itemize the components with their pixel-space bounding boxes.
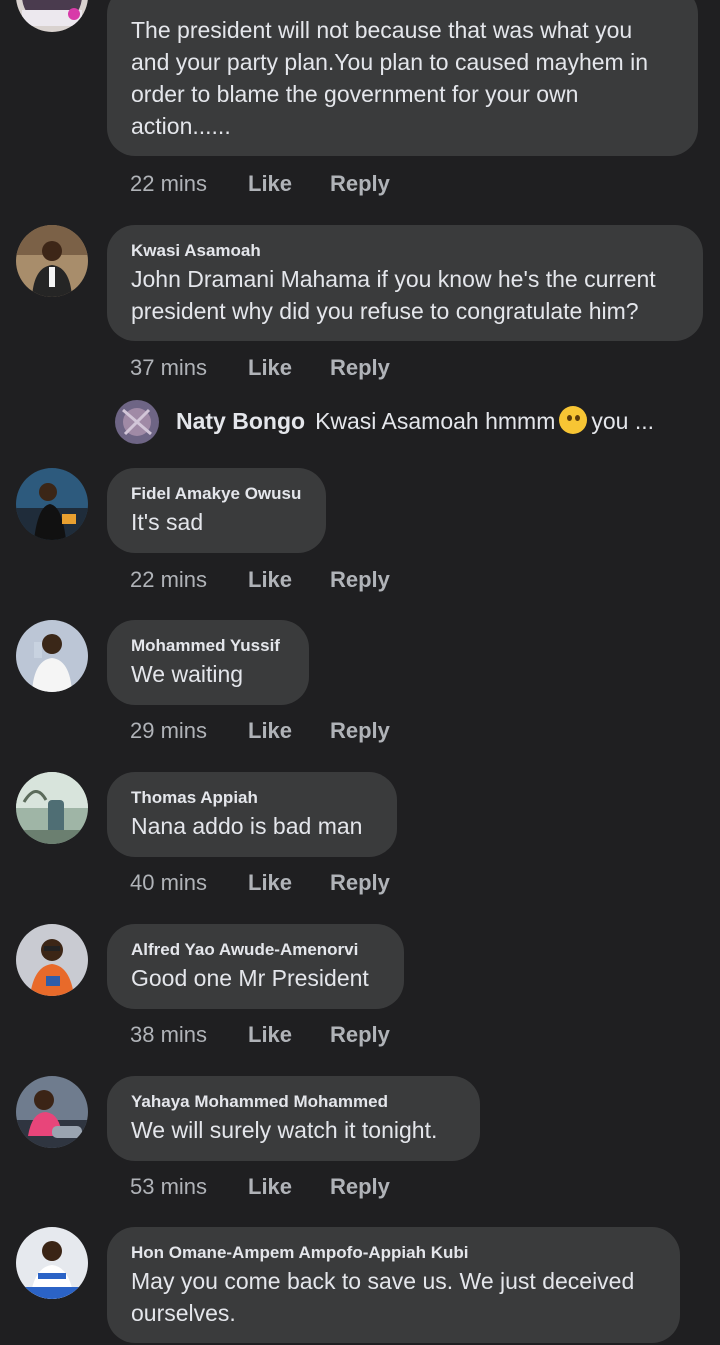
comment-author[interactable]: Mohammed Yussif bbox=[131, 636, 285, 656]
like-button[interactable]: Like bbox=[248, 1022, 330, 1048]
comment-time: 29 mins bbox=[130, 718, 208, 743]
comment-time: 37 mins bbox=[130, 355, 208, 380]
avatar[interactable] bbox=[16, 924, 88, 996]
comment-time: 53 mins bbox=[130, 1174, 208, 1199]
avatar[interactable] bbox=[16, 1076, 88, 1148]
comment-actions: 38 mins Like Reply bbox=[130, 1022, 390, 1048]
thinking-face-icon bbox=[559, 406, 588, 434]
comment-bubble: Hon Omane-Ampem Ampofo-Appiah Kubi May y… bbox=[107, 1227, 680, 1343]
comment-text: Good one Mr President bbox=[131, 965, 369, 991]
comment-text: John Dramani Mahama if you know he's the… bbox=[131, 266, 656, 324]
reply-button[interactable]: Reply bbox=[330, 355, 390, 381]
like-button[interactable]: Like bbox=[248, 171, 330, 197]
comment-bubble: The president will not because that was … bbox=[107, 0, 698, 156]
avatar[interactable] bbox=[16, 1227, 88, 1299]
comment-text: We will surely watch it tonight. bbox=[131, 1117, 438, 1143]
comment-bubble: Fidel Amakye Owusu It's sad bbox=[107, 468, 326, 553]
reply-button[interactable]: Reply bbox=[330, 718, 390, 744]
reply-button[interactable]: Reply bbox=[330, 1022, 390, 1048]
avatar[interactable] bbox=[16, 468, 88, 540]
avatar[interactable] bbox=[16, 620, 88, 692]
reply-text-start: Kwasi Asamoah hmmm bbox=[315, 408, 556, 434]
avatar[interactable] bbox=[115, 400, 159, 444]
reply-button[interactable]: Reply bbox=[330, 567, 390, 593]
comment-bubble: Thomas Appiah Nana addo is bad man bbox=[107, 772, 397, 857]
comment-author[interactable]: Alfred Yao Awude-Amenorvi bbox=[131, 940, 380, 960]
comment-text: It's sad bbox=[131, 509, 204, 535]
comment-text: May you come back to save us. We just de… bbox=[131, 1268, 635, 1326]
comment-text: The president will not because that was … bbox=[131, 17, 648, 139]
reply-button[interactable]: Reply bbox=[330, 1174, 390, 1200]
comment-bubble: Alfred Yao Awude-Amenorvi Good one Mr Pr… bbox=[107, 924, 404, 1009]
avatar[interactable] bbox=[16, 225, 88, 297]
comment-actions: 53 mins Like Reply bbox=[130, 1174, 390, 1200]
like-button[interactable]: Like bbox=[248, 355, 330, 381]
avatar[interactable] bbox=[16, 772, 88, 844]
comment-time: 40 mins bbox=[130, 870, 208, 895]
reply-button[interactable]: Reply bbox=[330, 870, 390, 896]
comment-time: 22 mins bbox=[130, 567, 208, 592]
comment-author[interactable]: Fidel Amakye Owusu bbox=[131, 484, 302, 504]
reply-preview[interactable]: Naty Bongo Kwasi Asamoah hmmm you ... bbox=[115, 400, 715, 444]
comment-author[interactable]: Hon Omane-Ampem Ampofo-Appiah Kubi bbox=[131, 1243, 656, 1263]
avatar[interactable] bbox=[16, 0, 88, 32]
comment-time: 22 mins bbox=[130, 171, 208, 196]
comment-bubble: Kwasi Asamoah John Dramani Mahama if you… bbox=[107, 225, 703, 341]
comment-time: 38 mins bbox=[130, 1022, 208, 1047]
reply-author[interactable]: Naty Bongo bbox=[176, 408, 305, 434]
comment-actions: 29 mins Like Reply bbox=[130, 718, 390, 744]
comment-bubble: Mohammed Yussif We waiting bbox=[107, 620, 309, 705]
comment-text: We waiting bbox=[131, 661, 244, 687]
comment-actions: 37 mins Like Reply bbox=[130, 355, 390, 381]
comment-bubble: Yahaya Mohammed Mohammed We will surely … bbox=[107, 1076, 480, 1161]
comment-actions: 40 mins Like Reply bbox=[130, 870, 390, 896]
comment-actions: 22 mins Like Reply bbox=[130, 567, 390, 593]
like-button[interactable]: Like bbox=[248, 870, 330, 896]
comment-actions: 22 mins Like Reply bbox=[130, 171, 390, 197]
comment-author[interactable]: Yahaya Mohammed Mohammed bbox=[131, 1092, 456, 1112]
reply-button[interactable]: Reply bbox=[330, 171, 390, 197]
reply-text-end: you ... bbox=[591, 408, 655, 434]
reply-preview-text: Naty Bongo Kwasi Asamoah hmmm you ... bbox=[176, 406, 654, 435]
comment-author[interactable]: Kwasi Asamoah bbox=[131, 241, 679, 261]
like-button[interactable]: Like bbox=[248, 718, 330, 744]
like-button[interactable]: Like bbox=[248, 1174, 330, 1200]
comment-author[interactable]: Thomas Appiah bbox=[131, 788, 373, 808]
like-button[interactable]: Like bbox=[248, 567, 330, 593]
comment-text: Nana addo is bad man bbox=[131, 813, 363, 839]
